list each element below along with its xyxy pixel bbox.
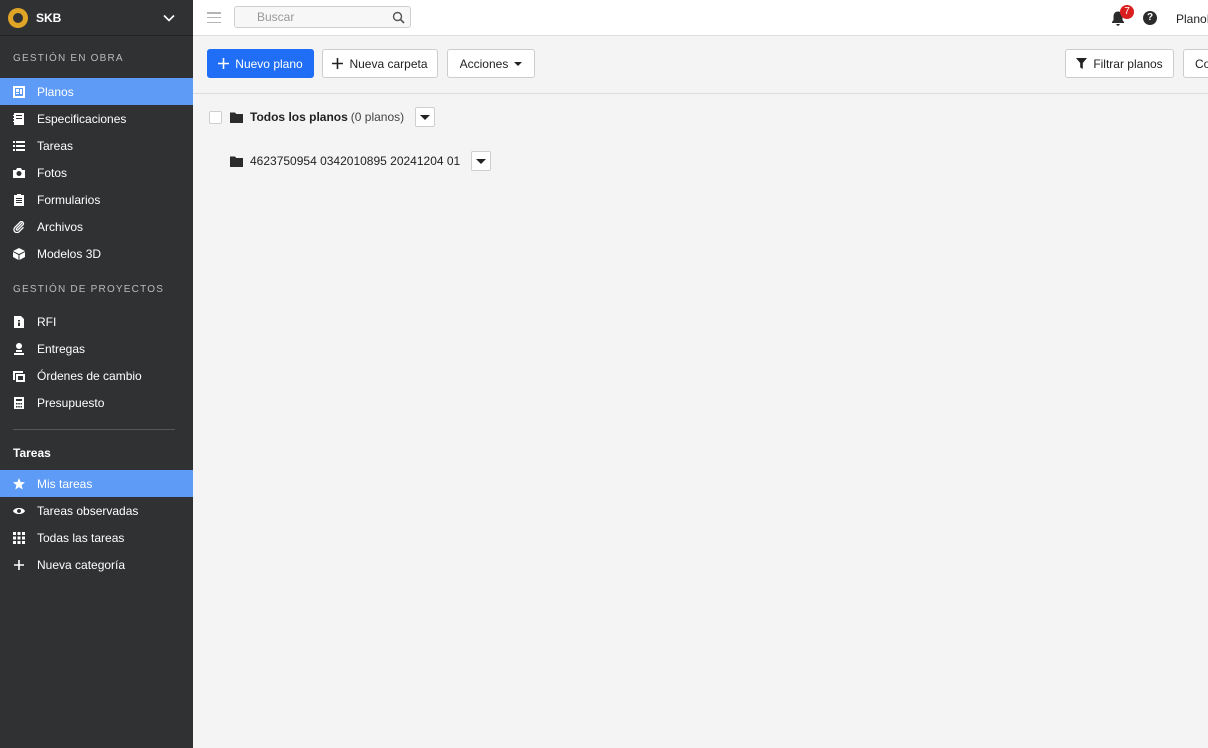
folder-menu-button[interactable]	[471, 151, 492, 171]
section-title-obra: GESTIÓN EN OBRA	[13, 53, 124, 64]
folder-label[interactable]: 4623750954 0342010895 20241204 01	[250, 154, 460, 168]
actions-dropdown[interactable]: Acciones	[447, 49, 535, 78]
sidebar-item-label: Formularios	[37, 192, 101, 207]
new-folder-label: Nueva carpeta	[349, 56, 428, 71]
caret-down-icon	[476, 158, 487, 164]
new-plan-label: Nuevo plano	[235, 56, 303, 71]
sidebar-item-label: Órdenes de cambio	[37, 368, 142, 383]
camera-icon	[13, 167, 25, 179]
chevron-down-icon[interactable]	[163, 12, 175, 24]
more-button[interactable]: Co	[1183, 49, 1208, 78]
book-icon	[13, 112, 25, 125]
search-box	[234, 6, 411, 28]
filter-icon	[1076, 58, 1088, 69]
search-input[interactable]	[235, 7, 385, 27]
star-icon	[13, 477, 25, 490]
caret-down-icon	[514, 61, 523, 66]
sidebar-item-tareas-observadas[interactable]: Tareas observadas	[0, 497, 193, 524]
sidebar-item-presupuesto[interactable]: Presupuesto	[0, 389, 193, 416]
sidebar-item-label: Todas las tareas	[37, 530, 125, 545]
sidebar-divider	[13, 429, 175, 430]
root-folder-count: (0 planos)	[350, 110, 405, 124]
plus-icon	[332, 58, 344, 69]
plus-icon	[218, 58, 230, 69]
sidebar-item-archivos[interactable]: Archivos	[0, 213, 193, 240]
new-folder-button[interactable]: Nueva carpeta	[322, 49, 438, 78]
sidebar-item-label: Presupuesto	[37, 395, 105, 410]
actions-label: Acciones	[459, 56, 509, 71]
more-label: Co	[1195, 56, 1208, 71]
list-icon	[13, 140, 25, 152]
calculator-icon	[13, 396, 25, 409]
section-title-proyectos: GESTIÓN DE PROYECTOS	[13, 284, 165, 295]
org-name: SKB	[36, 10, 62, 25]
sidebar-item-label: Archivos	[37, 219, 84, 234]
sidebar-item-label: Entregas	[37, 341, 86, 356]
sidebar-item-label: Nueva categoría	[37, 557, 126, 572]
change-order-icon	[13, 370, 25, 382]
paperclip-icon	[13, 220, 25, 233]
drawing-icon	[13, 85, 25, 98]
sidebar-item-entregas[interactable]: Entregas	[0, 335, 193, 362]
cube-icon	[13, 247, 25, 260]
sidebar-item-nueva-categoria[interactable]: Nueva categoría	[0, 551, 193, 578]
filter-plans-button[interactable]: Filtrar planos	[1065, 49, 1174, 78]
sidebar-item-label: Tareas observadas	[37, 503, 139, 518]
toolbar: Nuevo plano Nueva carpeta Acciones Filtr…	[193, 36, 1208, 94]
sidebar-item-todas-las-tareas[interactable]: Todas las tareas	[0, 524, 193, 551]
grid-icon	[13, 531, 25, 544]
sidebar-item-especificaciones[interactable]: Especificaciones	[0, 105, 193, 132]
org-logo	[8, 7, 28, 28]
eye-icon	[13, 505, 25, 517]
sidebar: SKB GESTIÓN EN OBRA Planos Especificacio…	[0, 0, 193, 748]
caret-down-icon	[420, 114, 431, 120]
notification-badge: 7	[1120, 5, 1134, 19]
sidebar-item-rfi[interactable]: RFI	[0, 308, 193, 335]
sidebar-item-ordenes-de-cambio[interactable]: Órdenes de cambio	[0, 362, 193, 389]
sidebar-item-label: Fotos	[37, 165, 68, 180]
sidebar-item-tareas[interactable]: Tareas	[0, 132, 193, 159]
sidebar-item-planos[interactable]: Planos	[0, 78, 193, 105]
org-switcher[interactable]: SKB	[0, 0, 193, 36]
top-bar: 7 ? PlanoB	[193, 0, 1208, 36]
sidebar-item-label: Modelos 3D	[37, 246, 102, 261]
sidebar-item-formularios[interactable]: Formularios	[0, 186, 193, 213]
new-plan-button[interactable]: Nuevo plano	[207, 49, 314, 78]
root-folder-menu-button[interactable]	[415, 107, 436, 127]
filter-plans-label: Filtrar planos	[1093, 56, 1163, 71]
user-name[interactable]: PlanoB	[1176, 12, 1208, 26]
sidebar-item-label: Mis tareas	[37, 476, 93, 491]
sidebar-item-label: RFI	[37, 314, 57, 329]
root-folder-label[interactable]: Todos los planos	[250, 110, 348, 124]
sidebar-item-label: Tareas	[37, 138, 74, 153]
help-icon[interactable]: ?	[1143, 11, 1157, 25]
menu-icon[interactable]	[207, 12, 221, 24]
folder-icon	[230, 156, 243, 167]
sidebar-item-label: Especificaciones	[37, 111, 127, 126]
search-icon[interactable]	[392, 11, 405, 24]
tree-folder-row: 4623750954 0342010895 20241204 01	[230, 151, 492, 171]
sidebar-item-label: Planos	[37, 84, 74, 99]
folder-icon	[230, 112, 243, 123]
plus-icon	[13, 559, 25, 571]
sidebar-item-modelos-3d[interactable]: Modelos 3D	[0, 240, 193, 267]
clipboard-icon	[13, 193, 25, 206]
sidebar-item-mis-tareas[interactable]: Mis tareas	[0, 470, 193, 497]
tree-root: Todos los planos (0 planos)	[209, 107, 436, 127]
select-all-checkbox[interactable]	[209, 110, 222, 124]
info-file-icon	[13, 315, 25, 328]
user-stamp-icon	[13, 342, 25, 355]
tasks-heading: Tareas	[13, 446, 51, 460]
sidebar-item-fotos[interactable]: Fotos	[0, 159, 193, 186]
